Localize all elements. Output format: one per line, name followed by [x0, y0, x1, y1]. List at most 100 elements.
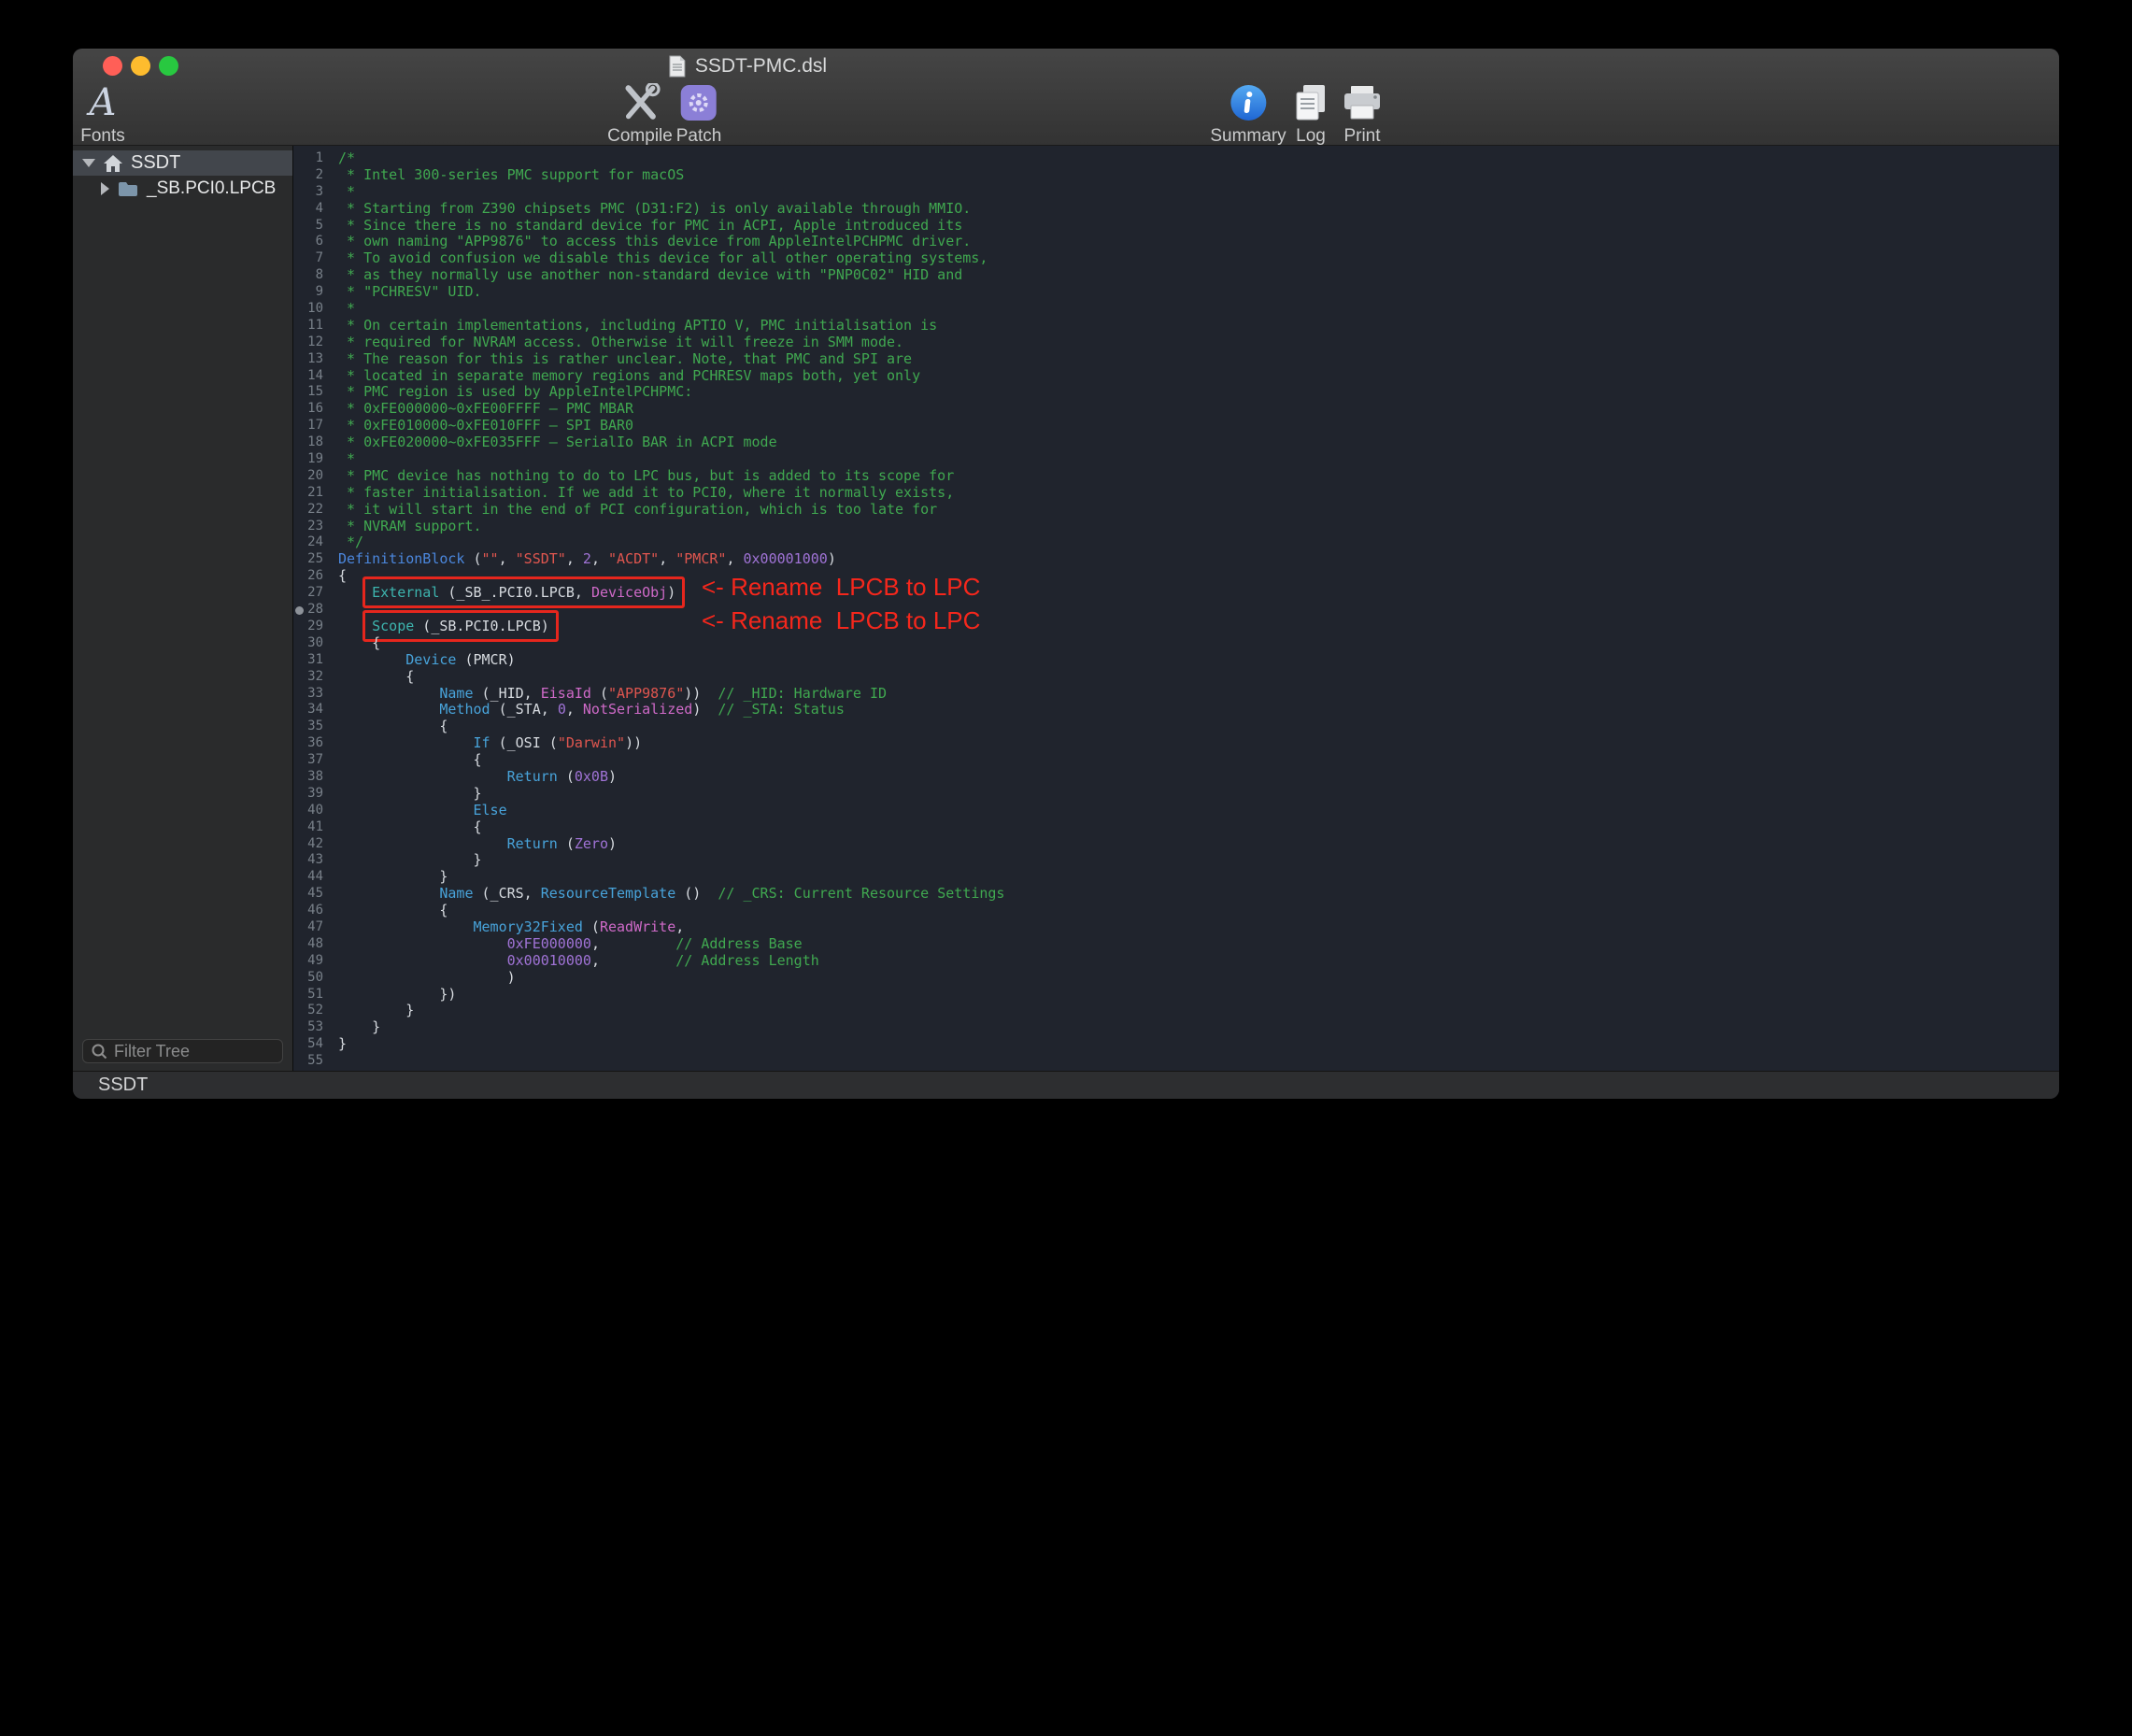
code-line[interactable]: 2 * Intel 300-series PMC support for mac… — [293, 167, 2059, 184]
code-line-text: 0x00010000, // Address Length — [331, 953, 819, 970]
titlebar-toolbar[interactable]: SSDT-PMC.dsl A Fonts Compile — [73, 49, 2059, 146]
code-line-text: } — [331, 852, 482, 869]
code-line[interactable]: 46 { — [293, 903, 2059, 919]
code-line[interactable]: 27 External (_SB_.PCI0.LPCB, DeviceObj)<… — [293, 585, 2059, 602]
code-line[interactable]: 3 * — [293, 184, 2059, 201]
code-line[interactable]: 49 0x00010000, // Address Length — [293, 953, 2059, 970]
code-line[interactable]: 4 * Starting from Z390 chipsets PMC (D31… — [293, 201, 2059, 218]
code-line[interactable]: 1/* — [293, 150, 2059, 167]
line-number: 39 — [293, 786, 331, 803]
code-line[interactable]: 47 Memory32Fixed (ReadWrite, — [293, 919, 2059, 936]
code-line-text: 0xFE000000, // Address Base — [331, 936, 803, 953]
code-line-text: Name (_HID, EisaId ("APP9876")) // _HID:… — [331, 686, 887, 703]
code-line[interactable]: 29 Scope (_SB.PCI0.LPCB)<- Rename LPCB t… — [293, 619, 2059, 635]
code-line-text: * NVRAM support. — [331, 519, 482, 535]
code-line[interactable]: 32 { — [293, 669, 2059, 686]
code-line[interactable]: 50 ) — [293, 970, 2059, 987]
code-line[interactable]: 19 * — [293, 451, 2059, 468]
code-line-text: Return (Zero) — [331, 836, 617, 853]
summary-label: Summary — [1210, 126, 1286, 147]
code-line[interactable]: 48 0xFE000000, // Address Base — [293, 936, 2059, 953]
path-item-ssdt[interactable]: SSDT — [98, 1074, 148, 1096]
code-line[interactable]: 39 } — [293, 786, 2059, 803]
code-line[interactable]: 44 } — [293, 869, 2059, 886]
line-number: 49 — [293, 953, 331, 970]
line-number: 1 — [293, 150, 331, 167]
line-number: 38 — [293, 769, 331, 786]
zoom-button[interactable] — [159, 56, 178, 76]
acpi-tree[interactable]: SSDT _SB.PCI0.LPCB — [73, 146, 292, 1039]
disclosure-collapsed-icon[interactable] — [101, 182, 109, 195]
code-line[interactable]: 24 */ — [293, 534, 2059, 551]
code-line[interactable]: 40 Else — [293, 803, 2059, 819]
line-number: 12 — [293, 334, 331, 351]
code-line[interactable]: 14 * located in separate memory regions … — [293, 368, 2059, 385]
document-proxy-icon — [668, 55, 687, 78]
code-line[interactable]: 54} — [293, 1036, 2059, 1053]
code-line[interactable]: 30 { — [293, 635, 2059, 652]
code-line[interactable]: 51 }) — [293, 987, 2059, 1003]
code-line-text: * own naming "APP9876" to access this de… — [331, 234, 971, 250]
code-line[interactable]: 33 Name (_HID, EisaId ("APP9876")) // _H… — [293, 686, 2059, 703]
code-line[interactable]: 23 * NVRAM support. — [293, 519, 2059, 535]
code-line[interactable]: 7 * To avoid confusion we disable this d… — [293, 250, 2059, 267]
code-line[interactable]: 42 Return (Zero) — [293, 836, 2059, 853]
gutter-marker-dot — [295, 606, 304, 615]
code-line[interactable]: 25DefinitionBlock ("", "SSDT", 2, "ACDT"… — [293, 551, 2059, 568]
print-button[interactable]: Print — [1341, 82, 1384, 147]
code-editor[interactable]: 1/*2 * Intel 300-series PMC support for … — [293, 146, 2059, 1071]
window-title-area: SSDT-PMC.dsl — [668, 54, 827, 78]
code-line[interactable]: 13 * The reason for this is rather uncle… — [293, 351, 2059, 368]
filter-tree-input[interactable]: Filter Tree — [82, 1039, 283, 1063]
code-line[interactable]: 17 * 0xFE010000~0xFE010FFF — SPI BAR0 — [293, 418, 2059, 434]
code-line[interactable]: 12 * required for NVRAM access. Otherwis… — [293, 334, 2059, 351]
disclosure-expanded-icon[interactable] — [82, 159, 95, 167]
close-button[interactable] — [103, 56, 122, 76]
log-button[interactable]: Log — [1291, 82, 1330, 147]
code-line[interactable]: 16 * 0xFE000000~0xFE00FFFF — PMC MBAR — [293, 401, 2059, 418]
line-number: 48 — [293, 936, 331, 953]
minimize-button[interactable] — [131, 56, 150, 76]
code-line[interactable]: 52 } — [293, 1003, 2059, 1019]
line-number: 34 — [293, 702, 331, 719]
code-line[interactable]: 11 * On certain implementations, includi… — [293, 318, 2059, 334]
compile-button[interactable]: Compile — [607, 82, 673, 147]
line-number: 45 — [293, 886, 331, 903]
summary-button[interactable]: Summary — [1210, 82, 1286, 147]
code-line-text: * — [331, 301, 355, 318]
code-line[interactable]: 43 } — [293, 852, 2059, 869]
line-number: 20 — [293, 468, 331, 485]
code-line[interactable]: 18 * 0xFE020000~0xFE035FFF — SerialIo BA… — [293, 434, 2059, 451]
patch-button[interactable]: Patch — [676, 82, 722, 147]
code-line[interactable]: 53 } — [293, 1019, 2059, 1036]
code-line[interactable]: 41 { — [293, 819, 2059, 836]
code-line[interactable]: 36 If (_OSI ("Darwin")) — [293, 735, 2059, 752]
code-line-text: */ — [331, 534, 363, 551]
folder-icon — [117, 180, 139, 197]
code-line-text: * The reason for this is rather unclear.… — [331, 351, 912, 368]
code-line[interactable]: 5 * Since there is no standard device fo… — [293, 218, 2059, 235]
code-line[interactable]: 21 * faster initialisation. If we add it… — [293, 485, 2059, 502]
code-line-text: Else — [331, 803, 507, 819]
code-line[interactable]: 31 Device (PMCR) — [293, 652, 2059, 669]
code-line[interactable]: 10 * — [293, 301, 2059, 318]
code-line[interactable]: 55 — [293, 1053, 2059, 1070]
code-line[interactable]: 45 Name (_CRS, ResourceTemplate () // _C… — [293, 886, 2059, 903]
code-line[interactable]: 9 * "PCHRESV" UID. — [293, 284, 2059, 301]
code-line[interactable]: 15 * PMC region is used by AppleIntelPCH… — [293, 384, 2059, 401]
sidebar-item-lpcb[interactable]: _SB.PCI0.LPCB — [73, 176, 292, 201]
code-line[interactable]: 6 * own naming "APP9876" to access this … — [293, 234, 2059, 250]
sidebar-item-ssdt[interactable]: SSDT — [73, 150, 292, 176]
code-line[interactable]: 22 * it will start in the end of PCI con… — [293, 502, 2059, 519]
code-line[interactable]: 35 { — [293, 719, 2059, 735]
line-number: 25 — [293, 551, 331, 568]
code-line[interactable]: 20 * PMC device has nothing to do to LPC… — [293, 468, 2059, 485]
code-line[interactable]: 34 Method (_STA, 0, NotSerialized) // _S… — [293, 702, 2059, 719]
code-line[interactable]: 8 * as they normally use another non-sta… — [293, 267, 2059, 284]
line-number: 17 — [293, 418, 331, 434]
fonts-button[interactable]: A Fonts — [80, 82, 125, 147]
code-line[interactable]: 38 Return (0x0B) — [293, 769, 2059, 786]
code-line[interactable]: 37 { — [293, 752, 2059, 769]
line-number: 54 — [293, 1036, 331, 1053]
line-number: 7 — [293, 250, 331, 267]
